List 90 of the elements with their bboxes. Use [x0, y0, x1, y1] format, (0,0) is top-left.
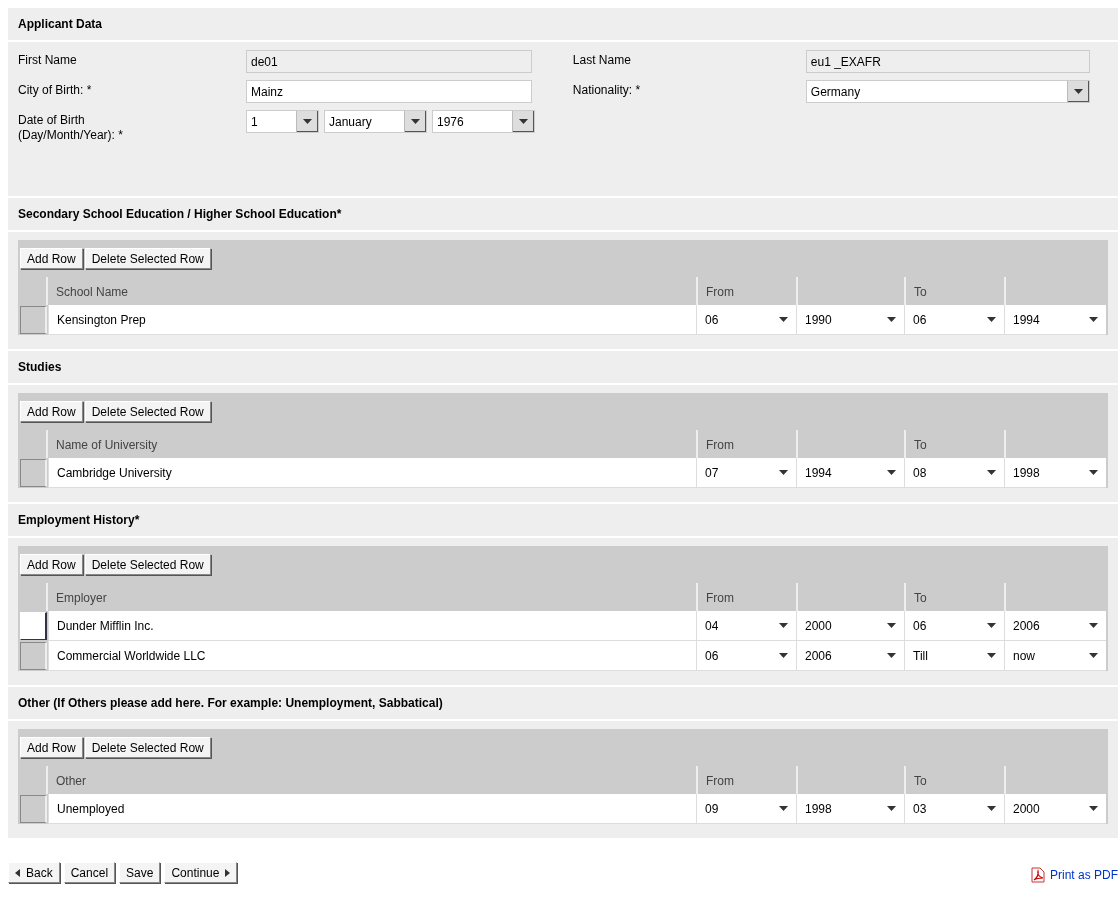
section-heading: Secondary School Education / Higher School Education* — [8, 198, 1118, 232]
section-heading: Employment History* — [8, 504, 1118, 538]
caret-icon — [987, 806, 996, 811]
field-label: Date of Birth (Day/Month/Year): * — [18, 112, 124, 143]
section-heading: Other (If Others please add here. For example: Unemployment, Sabbatical) — [8, 687, 1118, 721]
dropdown-cell[interactable]: 07 — [696, 458, 796, 488]
dropdown-cell[interactable]: 2000 — [1004, 794, 1106, 824]
section-heading: Applicant Data — [8, 8, 1118, 42]
dropdown-cell[interactable]: 2000 — [796, 611, 904, 641]
dropdown-field[interactable]: 1976 — [432, 110, 535, 133]
dropdown-cell[interactable]: 2006 — [796, 641, 904, 671]
column-header: Name of University — [55, 437, 159, 454]
dropdown-cell[interactable]: 06 — [696, 305, 796, 335]
caret-icon — [887, 806, 896, 811]
dropdown-cell[interactable]: 04 — [696, 611, 796, 641]
dropdown-cell[interactable]: 06 — [696, 641, 796, 671]
toolbar-button[interactable]: Delete Selected Row — [84, 737, 211, 758]
input-field[interactable]: de01 — [246, 50, 532, 73]
left-triangle-icon — [15, 868, 20, 877]
toolbar-button[interactable]: Delete Selected Row — [84, 554, 211, 575]
caret-icon — [887, 317, 896, 322]
dropdown-cell[interactable]: 1998 — [796, 794, 904, 824]
caret-icon — [1089, 623, 1098, 628]
dropdown-cell[interactable]: 03 — [904, 794, 1004, 824]
caret-icon — [779, 317, 788, 322]
dropdown-cell[interactable]: 1994 — [796, 458, 904, 488]
toolbar-button[interactable]: Add Row — [20, 737, 83, 758]
input-field[interactable]: eu1 _EXAFR — [805, 50, 1090, 73]
column-header: Other — [55, 773, 87, 790]
dropdown-cell[interactable]: 1998 — [1004, 458, 1106, 488]
dropdown-cell[interactable]: 1994 — [1004, 305, 1106, 335]
caret-icon — [779, 806, 788, 811]
caret-icon — [1089, 806, 1098, 811]
column-header: School Name — [55, 284, 130, 301]
toolbar-button[interactable]: Delete Selected Row — [84, 401, 211, 422]
toolbar-button[interactable]: Delete Selected Row — [84, 248, 211, 269]
dropdown-button[interactable] — [1066, 81, 1089, 102]
caret-icon — [1073, 89, 1083, 94]
toolbar-button[interactable]: Add Row — [20, 554, 83, 575]
caret-icon — [779, 653, 788, 658]
caret-icon — [519, 119, 528, 124]
field-label: Nationality: * — [572, 82, 642, 98]
caret-icon — [887, 653, 896, 658]
caret-icon — [987, 317, 996, 322]
toolbar-button[interactable]: Add Row — [20, 248, 83, 269]
caret-icon — [887, 470, 896, 475]
field-label: First Name — [18, 52, 78, 68]
column-header: Employer — [55, 590, 108, 607]
caret-icon — [779, 623, 788, 628]
footer-button[interactable]: Cancel — [63, 862, 116, 883]
dropdown-button[interactable] — [512, 111, 534, 132]
dropdown-field[interactable]: 1 — [246, 110, 319, 133]
footer-button[interactable]: Save — [119, 862, 161, 883]
right-triangle-icon — [225, 868, 231, 877]
input-field[interactable]: Mainz — [246, 80, 532, 103]
section-heading: Studies — [8, 351, 1118, 385]
caret-icon — [303, 119, 312, 124]
dropdown-button[interactable] — [296, 111, 318, 132]
dropdown-cell[interactable]: 06 — [904, 305, 1004, 335]
dropdown-cell[interactable]: now — [1004, 641, 1106, 671]
dropdown-cell[interactable]: 2006 — [1004, 611, 1106, 641]
caret-icon — [1089, 470, 1098, 475]
dropdown-cell[interactable]: 09 — [696, 794, 796, 824]
caret-icon — [987, 623, 996, 628]
caret-icon — [987, 470, 996, 475]
dropdown-button[interactable] — [404, 111, 426, 132]
caret-icon — [987, 653, 996, 658]
table-cell: Cambridge University — [48, 458, 696, 488]
dropdown-cell[interactable]: 06 — [904, 611, 1004, 641]
print-link[interactable]: Print as PDF — [1050, 867, 1118, 882]
back-button[interactable]: Back — [8, 862, 60, 883]
caret-icon — [779, 470, 788, 475]
dropdown-field[interactable]: January — [324, 110, 427, 133]
dropdown-field[interactable]: Germany — [805, 80, 1090, 103]
caret-icon — [887, 623, 896, 628]
pdf-icon — [1030, 866, 1046, 883]
table-cell: Dunder Mifflin Inc. — [48, 611, 696, 641]
table-cell: Kensington Prep — [48, 305, 696, 335]
caret-icon — [411, 119, 420, 124]
toolbar-button[interactable]: Add Row — [20, 401, 83, 422]
dropdown-cell[interactable]: 08 — [904, 458, 1004, 488]
field-label: City of Birth: * — [18, 82, 93, 98]
dropdown-cell[interactable]: Till — [904, 641, 1004, 671]
table-cell: Unemployed — [48, 794, 696, 824]
dropdown-cell[interactable]: 1990 — [796, 305, 904, 335]
caret-icon — [1089, 653, 1098, 658]
field-label: Last Name — [572, 52, 632, 68]
continue-button[interactable]: Continue — [164, 862, 238, 883]
table-cell: Commercial Worldwide LLC — [48, 641, 696, 671]
caret-icon — [1089, 317, 1098, 322]
